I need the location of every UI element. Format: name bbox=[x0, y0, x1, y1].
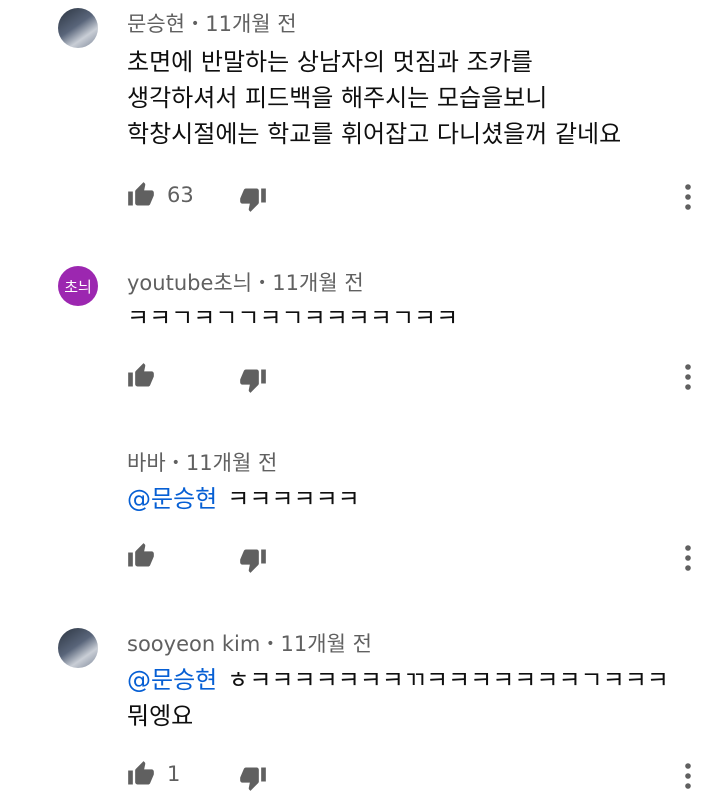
timestamp[interactable]: 11개월 전 bbox=[272, 271, 363, 295]
mention-link[interactable]: @문승현 bbox=[127, 666, 217, 694]
more-options-button[interactable] bbox=[683, 543, 693, 573]
thumb-down-icon bbox=[240, 549, 266, 573]
thumb-down-icon bbox=[240, 767, 266, 791]
thumb-down-icon bbox=[240, 188, 266, 212]
comment-line: 생각하셔서 피드백을 해주시는 모습을보니 bbox=[127, 84, 548, 112]
comment-line: ㅋㅋㅋㅋㅋㅋ bbox=[227, 485, 360, 513]
avatar[interactable] bbox=[58, 628, 98, 668]
comment-line: ㅋㅋㄱㅋㄱㄱㅋㄱㅋㅋㅋㅋㄱㅋㅋ bbox=[127, 304, 459, 332]
dislike-button[interactable] bbox=[239, 764, 267, 792]
comment-text: 초면에 반말하는 상남자의 멋짐과 조카를 생각하셔서 피드백을 해주시는 모습… bbox=[127, 44, 621, 152]
author-name[interactable]: youtube초늬 bbox=[127, 271, 252, 295]
author-name[interactable]: 문승현 bbox=[127, 12, 185, 36]
timestamp[interactable]: 11개월 전 bbox=[186, 451, 277, 475]
comment-meta: 문승현 • 11개월 전 bbox=[127, 8, 297, 38]
separator-dot: • bbox=[266, 636, 275, 652]
comment-line: 초면에 반말하는 상남자의 멋짐과 조카를 bbox=[127, 48, 533, 76]
comment-text: @문승현 ㅋㅋㅋㅋㅋㅋ bbox=[127, 481, 360, 517]
more-options-button[interactable] bbox=[683, 362, 693, 392]
comment-line: ㅎㅋㅋㅋㅋㅋㅋㅋㄲㅋㅋㅋㅋㅋㅋㅋㄱㅋㅋㅋ bbox=[227, 666, 669, 694]
more-vert-icon bbox=[685, 763, 691, 789]
author-name[interactable]: sooyeon kim bbox=[127, 632, 260, 656]
like-count: 63 bbox=[167, 183, 194, 207]
avatar[interactable] bbox=[58, 8, 98, 48]
dislike-button[interactable] bbox=[239, 366, 267, 394]
comment-actions bbox=[127, 542, 720, 582]
like-button[interactable] bbox=[127, 181, 155, 209]
dislike-button[interactable] bbox=[239, 546, 267, 574]
comment-line: 뭐엥요 bbox=[127, 702, 194, 730]
thumb-up-icon bbox=[128, 543, 154, 567]
comment-text: @문승현 ㅎㅋㅋㅋㅋㅋㅋㅋㄲㅋㅋㅋㅋㅋㅋㅋㄱㅋㅋㅋ 뭐엥요 bbox=[127, 662, 669, 734]
more-vert-icon bbox=[685, 364, 691, 390]
thumb-up-icon bbox=[128, 363, 154, 387]
thumb-down-icon bbox=[240, 369, 266, 393]
comment-text: ㅋㅋㄱㅋㄱㄱㅋㄱㅋㅋㅋㅋㄱㅋㅋ bbox=[127, 300, 458, 336]
like-button[interactable] bbox=[127, 542, 155, 570]
thumb-up-icon bbox=[128, 182, 154, 206]
comment-actions: 1 bbox=[127, 760, 720, 800]
author-name[interactable]: 바바 bbox=[127, 451, 166, 475]
mention-link[interactable]: @문승현 bbox=[127, 485, 217, 513]
like-count: 1 bbox=[167, 762, 181, 786]
more-options-button[interactable] bbox=[683, 182, 693, 212]
more-vert-icon bbox=[685, 184, 691, 210]
comment-meta: sooyeon kim • 11개월 전 bbox=[127, 628, 372, 658]
dislike-button[interactable] bbox=[239, 185, 267, 213]
separator-dot: • bbox=[190, 16, 200, 32]
timestamp[interactable]: 11개월 전 bbox=[281, 632, 372, 656]
avatar-initials: 초늬 bbox=[64, 277, 92, 296]
more-vert-icon bbox=[685, 545, 691, 571]
avatar[interactable]: 초늬 bbox=[58, 266, 98, 306]
comment-actions bbox=[127, 362, 720, 402]
comment-actions: 63 bbox=[127, 181, 720, 221]
comment-meta: youtube초늬 • 11개월 전 bbox=[127, 267, 364, 297]
separator-dot: • bbox=[171, 455, 180, 471]
thumb-up-icon bbox=[128, 761, 154, 785]
like-button[interactable] bbox=[127, 760, 155, 788]
comment-line: 학창시절에는 학교를 휘어잡고 다니셨을꺼 같네요 bbox=[127, 120, 622, 148]
timestamp[interactable]: 11개월 전 bbox=[205, 12, 296, 36]
like-button[interactable] bbox=[127, 362, 155, 390]
comment-meta: 바바 • 11개월 전 bbox=[127, 447, 277, 477]
separator-dot: • bbox=[258, 275, 267, 291]
more-options-button[interactable] bbox=[683, 761, 693, 791]
